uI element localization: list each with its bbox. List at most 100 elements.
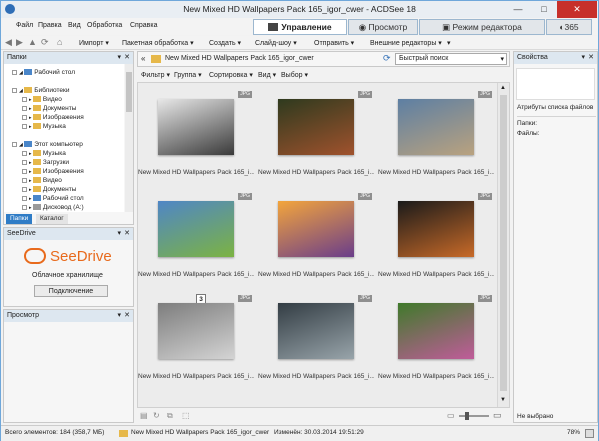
status-panel-icon[interactable] — [585, 429, 594, 438]
thumb-size-slider[interactable] — [459, 412, 489, 420]
toolbar-import[interactable]: Импорт ▾ — [79, 39, 109, 47]
toolbar-more[interactable]: ▾ — [447, 39, 451, 47]
grid-scrollbar[interactable]: ▲ ▼ — [497, 83, 509, 407]
thumbnail-item[interactable]: JPG New Mixed HD Wallpapers Pack 165_i... — [258, 193, 374, 289]
thumbnail-item[interactable]: JPG New Mixed HD Wallpapers Pack 165_i... — [378, 295, 494, 391]
tree-item[interactable]: ◢ Этот компьютер — [4, 140, 83, 149]
path-back-icon[interactable]: « — [141, 54, 145, 63]
quick-search-input[interactable]: Быстрый поиск ▾ — [395, 53, 507, 65]
view-menu[interactable]: Вид ▾ — [258, 71, 276, 79]
tree-checkbox[interactable] — [22, 159, 27, 165]
current-path[interactable]: New Mixed HD Wallpapers Pack 165_igor_cw… — [165, 55, 314, 62]
thumb-size-handle[interactable] — [465, 412, 469, 420]
toolbar-send[interactable]: Отправить ▾ — [314, 39, 354, 47]
compare-icon[interactable]: ⧉ — [167, 411, 173, 421]
tree-item[interactable]: ◢ Рабочий стол — [4, 68, 75, 77]
thumbnail-image[interactable] — [278, 201, 354, 257]
folders-close-icon[interactable]: ✕ — [124, 52, 130, 64]
thumbnail-image[interactable] — [278, 303, 354, 359]
tree-checkbox[interactable] — [22, 114, 27, 120]
view-mode-icon[interactable]: ▤ — [140, 411, 148, 420]
tab-365[interactable]: ◐365 — [546, 19, 592, 35]
menu-file[interactable]: Файл — [16, 22, 33, 29]
sync-icon[interactable]: ⟳ — [383, 53, 391, 64]
scroll-down-icon[interactable]: ▼ — [500, 397, 506, 403]
tree-item[interactable]: ▸ Документы — [4, 185, 76, 194]
thumbnail-image[interactable] — [278, 99, 354, 155]
tree-checkbox[interactable] — [22, 195, 27, 201]
select-menu[interactable]: Выбор ▾ — [281, 71, 308, 79]
nav-back-icon[interactable]: ◀ — [5, 37, 12, 48]
tree-checkbox[interactable] — [22, 96, 27, 102]
tree-checkbox[interactable] — [12, 87, 17, 93]
pin-icon[interactable]: ▾ — [117, 310, 121, 322]
maximize-button[interactable]: □ — [531, 1, 557, 18]
tree-item[interactable]: ▸ Документы — [4, 104, 76, 113]
toolbar-batch[interactable]: Пакетная обработка ▾ — [122, 39, 194, 47]
pin-icon[interactable]: ▾ — [117, 228, 121, 240]
tree-item[interactable]: ▸ Музыка — [4, 122, 66, 131]
tree-item[interactable]: ▸ Музыка — [4, 149, 66, 158]
tab-editor[interactable]: ▣ Режим редактора — [419, 19, 545, 35]
tree-checkbox[interactable] — [22, 150, 27, 156]
thumbnail-item[interactable]: JPG New Mixed HD Wallpapers Pack 165_i... — [258, 91, 374, 187]
pin-icon[interactable]: ▾ — [581, 52, 585, 64]
thumbnail-image[interactable] — [158, 201, 234, 257]
tree-checkbox[interactable] — [22, 204, 27, 210]
rotate-icon[interactable]: ↻ — [153, 411, 160, 420]
tree-checkbox[interactable] — [12, 141, 17, 147]
tree-item[interactable]: ▸ Видео — [4, 95, 62, 104]
properties-close-icon[interactable]: ✕ — [588, 52, 594, 64]
tree-item[interactable]: ▸ Видео — [4, 176, 62, 185]
toolbar-external-editors[interactable]: Внешние редакторы ▾ — [370, 39, 442, 47]
tree-checkbox[interactable] — [22, 105, 27, 111]
menu-help[interactable]: Справка — [130, 22, 157, 29]
thumb-size-large-icon[interactable]: ▭ — [493, 410, 502, 421]
nav-forward-icon[interactable]: ▶ — [16, 37, 23, 48]
thumbnail-image[interactable] — [398, 99, 474, 155]
minimize-button[interactable]: — — [505, 1, 531, 18]
folders-scrollbar[interactable] — [125, 64, 133, 212]
thumbnail-image[interactable] — [398, 201, 474, 257]
scroll-up-icon[interactable]: ▲ — [500, 85, 506, 91]
menu-process[interactable]: Обработка — [87, 22, 122, 29]
menu-view[interactable]: Вид — [68, 22, 81, 29]
tree-item[interactable]: ▸ Изображения — [4, 113, 84, 122]
tree-item[interactable]: ▸ Дисковод (A:) — [4, 203, 84, 212]
folders-scroll-thumb[interactable] — [126, 72, 132, 112]
tab-catalog[interactable]: Каталог — [36, 214, 68, 224]
tab-view[interactable]: ◉ Просмотр — [348, 19, 418, 35]
seedrive-close-icon[interactable]: ✕ — [124, 228, 130, 240]
toolbar-slideshow[interactable]: Слайд-шоу ▾ — [255, 39, 297, 47]
tree-checkbox[interactable] — [12, 69, 17, 75]
thumbnail-item[interactable]: JPG New Mixed HD Wallpapers Pack 165_i... — [378, 193, 494, 289]
thumbnail-item[interactable]: JPG New Mixed HD Wallpapers Pack 165_i... — [138, 295, 254, 391]
pin-icon[interactable]: ▾ — [117, 52, 121, 64]
tree-item[interactable]: ◢ Библиотеки — [4, 86, 69, 95]
thumbnail-item[interactable]: JPG New Mixed HD Wallpapers Pack 165_i... — [378, 91, 494, 187]
thumbnail-image[interactable] — [158, 303, 234, 359]
nav-refresh-icon[interactable]: ⟳ — [41, 37, 49, 48]
toolbar-create[interactable]: Создать ▾ — [209, 39, 241, 47]
tree-checkbox[interactable] — [22, 123, 27, 129]
thumb-size-small-icon[interactable]: ▭ — [447, 411, 455, 420]
tag-icon[interactable]: ⬚ — [182, 411, 190, 420]
nav-home-icon[interactable]: ⌂ — [57, 37, 62, 47]
thumbnail-item[interactable]: JPG New Mixed HD Wallpapers Pack 165_i... — [138, 193, 254, 289]
thumbnail-item[interactable]: JPG New Mixed HD Wallpapers Pack 165_i... — [138, 91, 254, 187]
grid-scroll-thumb[interactable] — [500, 95, 507, 391]
tab-manage[interactable]: Управление — [253, 19, 347, 35]
thumbnail-image[interactable] — [398, 303, 474, 359]
tree-item[interactable]: ▸ Загрузки — [4, 158, 69, 167]
tree-item[interactable]: ▸ Изображения — [4, 167, 84, 176]
tree-item[interactable]: ▸ Рабочий стол — [4, 194, 84, 203]
close-button[interactable]: ✕ — [557, 1, 597, 18]
search-dropdown-icon[interactable]: ▾ — [500, 55, 504, 63]
thumbnail-item[interactable]: JPG New Mixed HD Wallpapers Pack 165_i... — [258, 295, 374, 391]
group-menu[interactable]: Группа ▾ — [174, 71, 202, 79]
tab-folders[interactable]: Папки — [6, 214, 33, 224]
connect-button[interactable]: Подключение — [34, 285, 108, 297]
tree-checkbox[interactable] — [22, 168, 27, 174]
tree-checkbox[interactable] — [22, 186, 27, 192]
tree-checkbox[interactable] — [22, 177, 27, 183]
